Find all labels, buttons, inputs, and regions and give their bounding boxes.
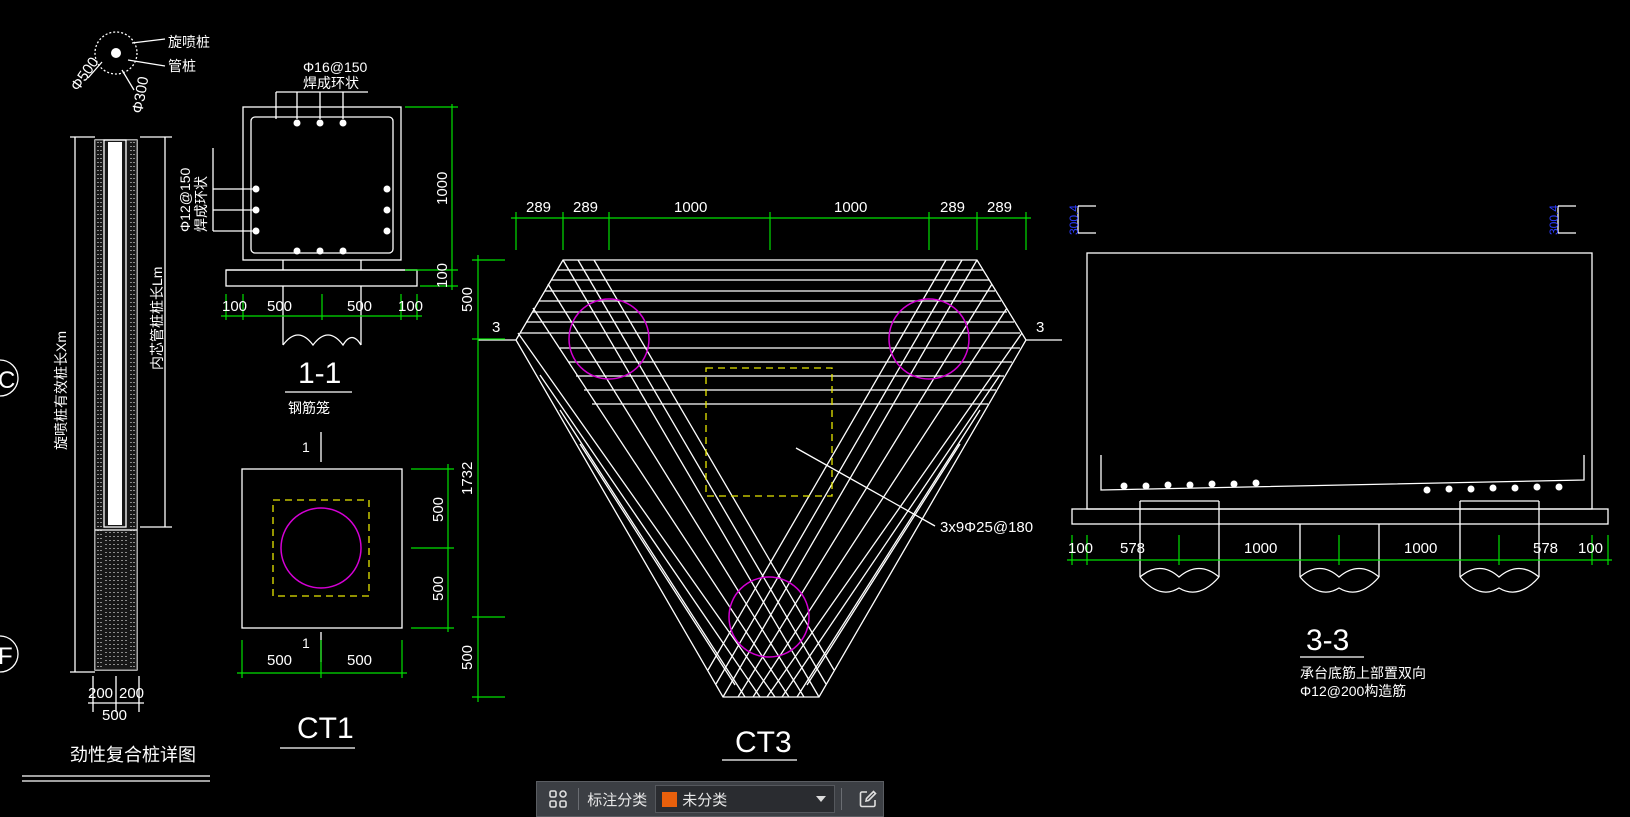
svg-text:100: 100 — [222, 298, 247, 315]
section-1-1: Φ16@150 焊成环状 Φ12@150 焊成环状 1000 100 100 5… — [177, 59, 458, 416]
svg-text:3: 3 — [492, 319, 500, 336]
svg-text:300.4: 300.4 — [1067, 205, 1081, 235]
svg-text:500: 500 — [430, 576, 447, 601]
svg-text:578: 578 — [1120, 540, 1145, 557]
svg-text:100: 100 — [434, 263, 451, 288]
category-color-swatch — [662, 791, 678, 807]
svg-text:100: 100 — [398, 298, 423, 315]
svg-text:289: 289 — [573, 199, 598, 216]
svg-text:100: 100 — [1068, 540, 1093, 557]
pile-detail: 旋喷桩 管桩 Φ500 Φ300 旋喷桩有效桩长Xm 内芯管桩桩长Lm 200 … — [22, 31, 210, 782]
ct1-plan: 1 1 500 500 500 500 CT1 — [237, 432, 454, 749]
svg-text:1000: 1000 — [674, 199, 707, 216]
annotation-category-label: 标注分类 — [587, 791, 648, 809]
svg-text:500: 500 — [267, 652, 292, 669]
svg-text:100: 100 — [1578, 540, 1603, 557]
svg-text:1732: 1732 — [459, 462, 476, 495]
ct1-title: CT1 — [297, 712, 354, 745]
label-length-inner: 内芯管桩桩长Lm — [149, 267, 165, 370]
section-3-3-title: 3-3 — [1306, 624, 1349, 657]
svg-text:578: 578 — [1533, 540, 1558, 557]
label-pipe-pile: 管桩 — [168, 58, 196, 74]
svg-text:1: 1 — [302, 439, 310, 455]
svg-text:500: 500 — [347, 652, 372, 669]
rebar-dots — [252, 119, 391, 255]
svg-text:289: 289 — [987, 199, 1012, 216]
toolbar-separator — [840, 788, 842, 810]
section-3-3: 300.4 300.4 100 578 1000 1000 578 100 3-… — [1067, 205, 1612, 699]
label-length-outer: 旋喷桩有效桩长Xm — [53, 331, 69, 450]
svg-text:300.4: 300.4 — [1547, 205, 1561, 235]
label-jet-pile: 旋喷桩 — [168, 34, 210, 50]
cad-drawing-canvas[interactable]: 旋喷桩 管桩 Φ500 Φ300 旋喷桩有效桩长Xm 内芯管桩桩长Lm 200 … — [0, 0, 1630, 817]
svg-text:500: 500 — [267, 298, 292, 315]
top-rebar-note: 焊成环状 — [303, 75, 359, 91]
top-rebar-label: Φ16@150 — [303, 59, 368, 75]
annotation-toolbar: 标注分类 未分类 — [536, 781, 884, 817]
toolbar-separator — [578, 788, 580, 810]
svg-text:3: 3 — [1036, 319, 1044, 336]
section-1-1-title: 1-1 — [298, 357, 341, 390]
ct3-title: CT3 — [735, 726, 792, 759]
side-rebar-note: 焊成环状 — [193, 176, 209, 232]
svg-text:F: F — [0, 643, 13, 670]
svg-text:500: 500 — [430, 497, 447, 522]
svg-text:1000: 1000 — [434, 172, 451, 205]
dim-200-right: 200 — [119, 685, 144, 702]
ct3-outline — [515, 259, 1027, 698]
section-1-1-note: 钢筋笼 — [288, 400, 330, 416]
ct3-rebar-note: 3x9Φ25@180 — [940, 519, 1033, 536]
pile-core-dot — [111, 48, 121, 58]
dim-200-left: 200 — [88, 685, 113, 702]
grid-icon[interactable] — [543, 784, 572, 814]
ct3-plan: 3x9Φ25@180 3 3 289 289 1000 1000 289 289… — [459, 199, 1062, 761]
dim-500: 500 — [102, 707, 127, 724]
svg-text:1: 1 — [302, 635, 310, 651]
svg-text:1000: 1000 — [834, 199, 867, 216]
svg-text:289: 289 — [526, 199, 551, 216]
svg-text:500: 500 — [459, 287, 476, 312]
grid-bubbles: C F — [0, 359, 19, 673]
dim-inner-dia: Φ300 — [129, 75, 152, 114]
svg-text:1000: 1000 — [1404, 540, 1437, 557]
svg-text:C: C — [0, 367, 15, 394]
section-3-3-note-2: Φ12@200构造筋 — [1300, 683, 1406, 699]
side-rebar-label: Φ12@150 — [177, 167, 193, 232]
edit-icon[interactable] — [854, 784, 883, 814]
pile-detail-title: 劲性复合桩详图 — [70, 745, 196, 765]
svg-text:289: 289 — [940, 199, 965, 216]
svg-text:500: 500 — [459, 645, 476, 670]
svg-text:500: 500 — [347, 298, 372, 315]
svg-text:1000: 1000 — [1244, 540, 1277, 557]
dim-outer-dia: Φ500 — [67, 54, 102, 94]
chevron-down-icon — [815, 796, 826, 802]
annotation-category-select[interactable]: 未分类 — [655, 785, 835, 813]
selected-category: 未分类 — [682, 791, 728, 809]
section-3-3-note-1: 承台底筋上部置双向 — [1300, 665, 1426, 681]
